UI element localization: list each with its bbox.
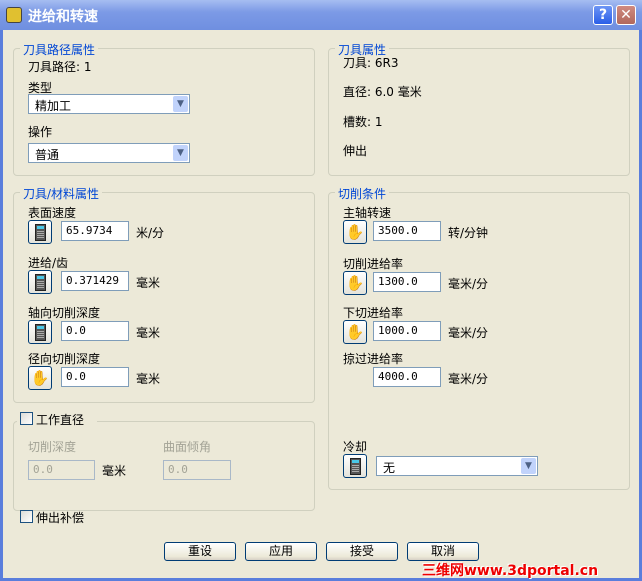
group-legend: 刀具/材料属性	[20, 185, 103, 202]
field-label: 主轴转速	[343, 206, 392, 220]
hand-button[interactable]: ✋	[343, 220, 367, 244]
working-diameter-label: 工作直径	[36, 413, 85, 427]
operation-select[interactable]: 普通 ▼	[28, 143, 190, 163]
cut-depth-input[interactable]: 0.0	[28, 460, 95, 480]
surface-angle-label: 曲面倾角	[163, 440, 212, 454]
value-input[interactable]: 4000.0	[373, 367, 441, 387]
field-label: 掠过进给率	[343, 352, 404, 366]
watermark: 三维网www.3dportal.cn	[422, 563, 599, 579]
coolant-calculator-button[interactable]	[343, 454, 367, 478]
tool-overhang: 伸出	[343, 144, 368, 158]
hand-button[interactable]: ✋	[343, 320, 367, 344]
coolant-value: 无	[383, 461, 396, 475]
working-diameter-checkbox[interactable]	[20, 412, 33, 425]
cut-depth-unit: 毫米	[102, 464, 127, 478]
calculator-icon	[34, 273, 46, 291]
unit-label: 毫米/分	[448, 326, 489, 340]
window-title: 进给和转速	[28, 9, 98, 25]
field-label: 轴向切削深度	[28, 306, 101, 320]
chevron-down-icon[interactable]: ▼	[173, 96, 188, 112]
field-label: 表面速度	[28, 206, 77, 220]
type-select[interactable]: 精加工 ▼	[28, 94, 190, 114]
title-bar[interactable]: 进给和转速 ? ✕	[0, 0, 642, 30]
hand-icon: ✋	[30, 368, 50, 387]
chevron-down-icon[interactable]: ▼	[521, 458, 536, 474]
unit-label: 毫米/分	[448, 372, 489, 386]
field-label: 切削进给率	[343, 257, 404, 271]
operation-value: 普通	[35, 148, 60, 162]
app-icon	[6, 7, 22, 23]
calculator-button[interactable]	[28, 270, 52, 294]
field-label: 径向切削深度	[28, 352, 101, 366]
cancel-button[interactable]: 取消	[407, 542, 479, 561]
apply-button[interactable]: 应用	[245, 542, 317, 561]
tool-flutes: 槽数: 1	[343, 115, 383, 129]
value-input[interactable]: 65.9734	[61, 221, 129, 241]
hand-icon: ✋	[345, 273, 365, 292]
value-input[interactable]: 0.0	[61, 321, 129, 341]
overhang-compensation-label: 伸出补偿	[36, 511, 85, 525]
chevron-down-icon[interactable]: ▼	[173, 145, 188, 161]
value-input[interactable]: 0.0	[61, 367, 129, 387]
calculator-icon	[34, 223, 46, 241]
operation-label: 操作	[28, 125, 53, 139]
value-input[interactable]: 0.371429	[61, 271, 129, 291]
unit-label: 毫米	[136, 276, 161, 290]
value-input[interactable]: 1300.0	[373, 272, 441, 292]
cut-depth-label: 切削深度	[28, 440, 77, 454]
toolpath-label: 刀具路径: 1	[28, 60, 92, 74]
unit-label: 毫米	[136, 326, 161, 340]
surface-angle-input[interactable]: 0.0	[163, 460, 231, 480]
accept-button[interactable]: 接受	[326, 542, 398, 561]
calculator-button[interactable]	[28, 320, 52, 344]
hand-icon: ✋	[345, 222, 365, 241]
tool-diameter: 直径: 6.0 毫米	[343, 85, 422, 99]
group-legend: 切削条件	[335, 185, 390, 202]
tool-name: 刀具: 6R3	[343, 56, 399, 70]
help-button[interactable]: ?	[593, 5, 613, 25]
group-legend: 刀具路径属性	[20, 41, 99, 58]
overhang-compensation-checkbox[interactable]	[20, 510, 33, 523]
hand-button[interactable]: ✋	[343, 271, 367, 295]
reset-button[interactable]: 重设	[164, 542, 236, 561]
unit-label: 毫米/分	[448, 277, 489, 291]
calculator-icon	[34, 323, 46, 341]
value-input[interactable]: 1000.0	[373, 321, 441, 341]
value-input[interactable]: 3500.0	[373, 221, 441, 241]
field-label: 下切进给率	[343, 306, 404, 320]
hand-icon: ✋	[345, 322, 365, 341]
hand-button[interactable]: ✋	[28, 366, 52, 390]
field-label: 进给/齿	[28, 256, 69, 270]
unit-label: 米/分	[136, 226, 165, 240]
calculator-icon	[349, 457, 361, 475]
type-value: 精加工	[35, 99, 72, 113]
coolant-label: 冷却	[343, 440, 368, 454]
unit-label: 转/分钟	[448, 226, 489, 240]
calculator-button[interactable]	[28, 220, 52, 244]
close-button[interactable]: ✕	[616, 5, 636, 25]
coolant-select[interactable]: 无 ▼	[376, 456, 538, 476]
unit-label: 毫米	[136, 372, 161, 386]
